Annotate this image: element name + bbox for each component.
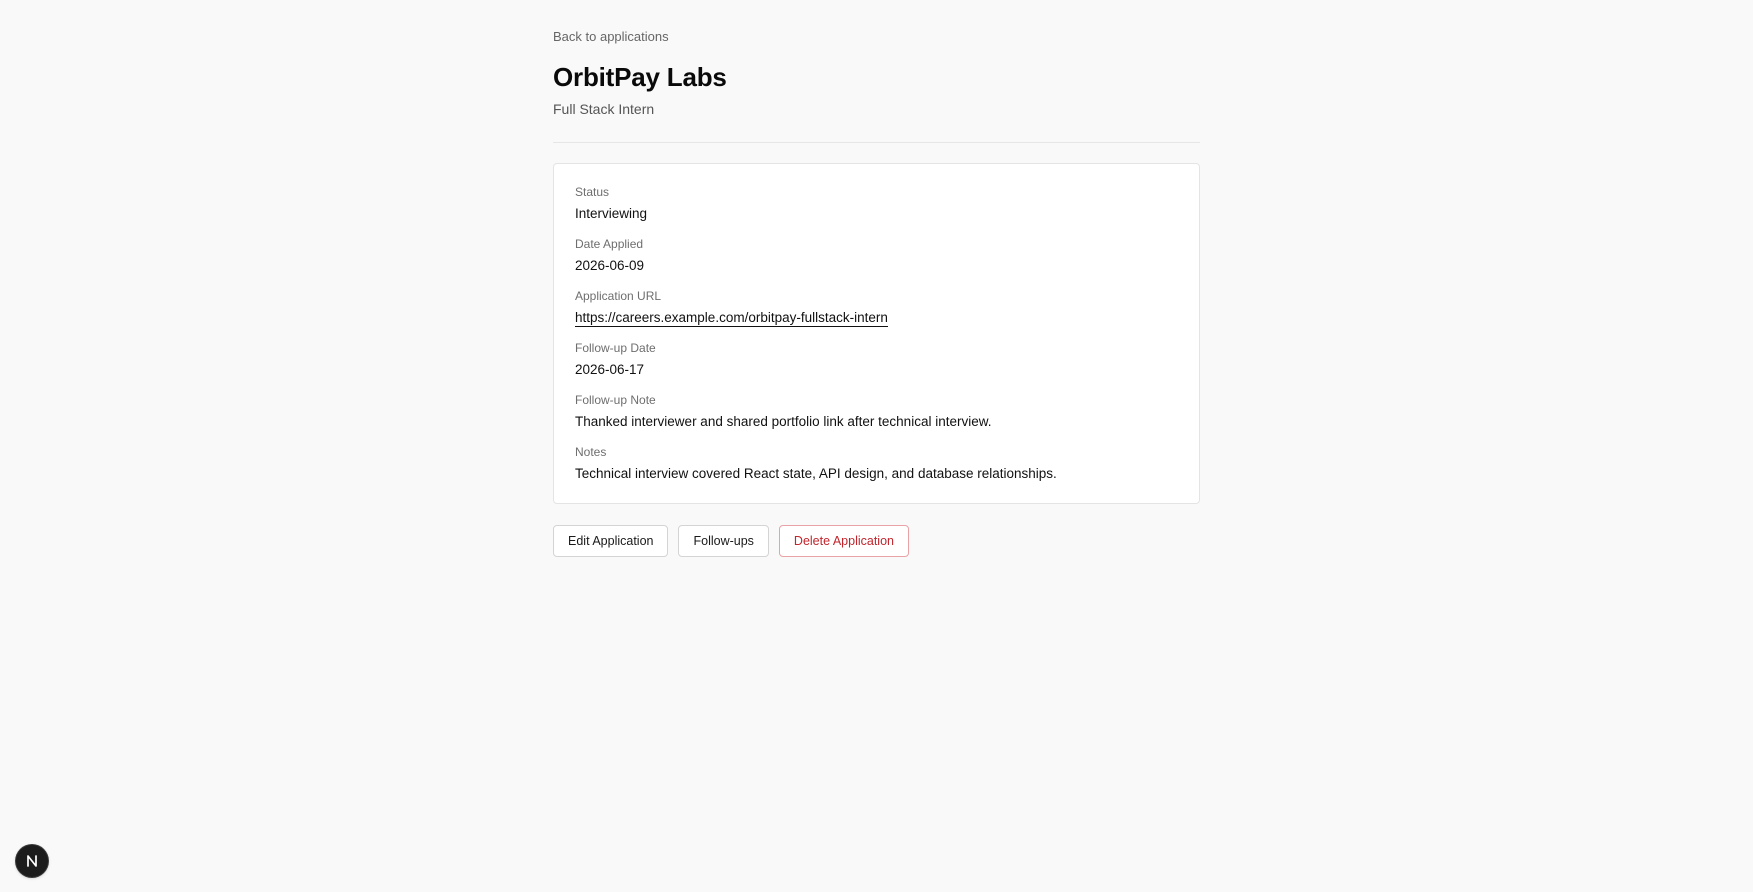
field-application-url: Application URL https://careers.example.… (575, 288, 1179, 327)
divider (553, 142, 1200, 143)
job-role: Full Stack Intern (553, 101, 655, 117)
field-status: Status Interviewing (575, 184, 1179, 223)
field-label: Follow-up Date (575, 341, 656, 355)
application-detail: Back to applications OrbitPay Labs Full … (553, 28, 1200, 557)
field-label: Status (575, 185, 610, 199)
status-value: Interviewing (575, 206, 648, 221)
follow-up-note-value: Thanked interviewer and shared portfolio… (575, 414, 992, 429)
page-title: OrbitPay Labs (553, 62, 727, 92)
follow-ups-button[interactable]: Follow-ups (678, 525, 769, 557)
action-bar: Edit Application Follow-ups Delete Appli… (553, 525, 1200, 557)
field-notes: Notes Technical interview covered React … (575, 444, 1179, 483)
delete-application-button[interactable]: Delete Application (778, 525, 909, 557)
field-label: Notes (575, 445, 607, 459)
edit-application-button[interactable]: Edit Application (553, 525, 669, 557)
application-url-link[interactable]: https://careers.example.com/orbitpay-ful… (575, 310, 888, 327)
field-label: Date Applied (575, 237, 644, 251)
n-logo-icon (27, 855, 37, 867)
notes-value: Technical interview covered React state,… (575, 466, 1057, 481)
field-follow-up-date: Follow-up Date 2026-06-17 (575, 340, 1179, 379)
field-label: Follow-up Note (575, 393, 656, 407)
follow-up-date-value: 2026-06-17 (575, 362, 645, 377)
field-follow-up-note: Follow-up Note Thanked interviewer and s… (575, 392, 1179, 431)
date-applied-value: 2026-06-09 (575, 258, 645, 273)
details-card: Status Interviewing Date Applied 2026-06… (553, 163, 1200, 504)
nextjs-icon[interactable] (16, 845, 48, 877)
application-url-wrapper: https://careers.example.com/orbitpay-ful… (575, 309, 1179, 327)
field-label: Application URL (575, 289, 662, 303)
page: Back to applications OrbitPay Labs Full … (0, 0, 1753, 892)
back-link[interactable]: Back to applications (553, 28, 669, 46)
field-date-applied: Date Applied 2026-06-09 (575, 236, 1179, 275)
